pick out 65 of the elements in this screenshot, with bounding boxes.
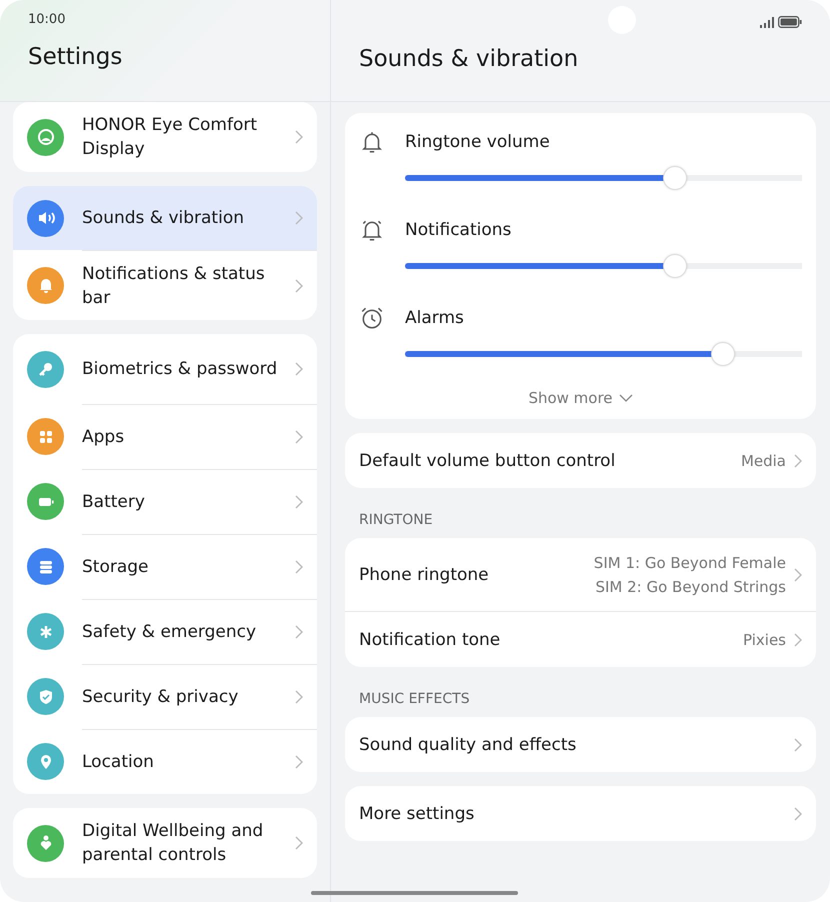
item-label: Storage [82, 556, 150, 579]
chevron-icon [295, 836, 303, 850]
row-value: Pixies [743, 630, 786, 650]
item-label: HONOR Eye Comfort Display [82, 114, 258, 161]
volume-label: Notifications [405, 220, 512, 240]
settings-item[interactable]: Notifications & status bar [13, 250, 317, 320]
battery-status-icon [778, 16, 802, 28]
row-label: Notification tone [359, 630, 502, 650]
volume-label: Ringtone volume [405, 132, 550, 152]
chevron-icon [295, 560, 303, 574]
signal-icon [760, 16, 774, 28]
settings-item[interactable]: Apps [13, 404, 317, 469]
settings-item[interactable]: Storage [13, 534, 317, 599]
settings-row[interactable]: More settings [345, 786, 816, 841]
settings-item[interactable]: Biometrics & password [13, 334, 317, 404]
chevron-icon [295, 211, 303, 225]
chevron-icon [295, 755, 303, 769]
item-label: Digital Wellbeing and parental controls [82, 820, 264, 867]
chevron-icon [295, 495, 303, 509]
chevron-icon [794, 454, 802, 468]
row-label: Default volume button control [359, 450, 616, 470]
settings-item[interactable]: Location [13, 729, 317, 794]
settings-row[interactable]: Notification tone Pixies [345, 611, 816, 667]
item-label: Sounds & vibration [82, 207, 245, 230]
row-label: Sound quality and effects [359, 734, 578, 754]
page-title: Settings [28, 44, 124, 70]
chevron-icon [794, 806, 802, 820]
show-more-button[interactable]: Show more [524, 385, 637, 411]
volume-label: Alarms [405, 308, 464, 328]
settings-item[interactable]: Battery [13, 469, 317, 534]
chevron-down-icon [618, 394, 633, 402]
row-value: SIM 2: Go Beyond Strings [595, 576, 786, 598]
settings-row[interactable]: Phone ringtone SIM 1: Go Beyond Female SIM 2: Go Beyond Strings [345, 538, 816, 611]
row-label: More settings [359, 804, 476, 824]
section-header: MUSIC EFFECTS [358, 690, 471, 709]
chevron-icon [295, 430, 303, 444]
settings-item[interactable]: Security & privacy [13, 664, 317, 729]
chevron-icon [794, 738, 802, 752]
section-header: RINGTONE [358, 511, 434, 530]
item-label: Location [82, 751, 155, 774]
chevron-icon [295, 690, 303, 704]
item-label: Biometrics & password [82, 358, 278, 381]
row-label: Phone ringtone [359, 564, 490, 584]
settings-item[interactable]: Sounds & vibration [13, 186, 317, 250]
chevron-icon [295, 362, 303, 376]
settings-item[interactable]: HONOR Eye Comfort Display [13, 102, 317, 172]
detail-title: Sounds & vibration [359, 46, 580, 72]
item-label: Safety & emergency [82, 621, 258, 644]
settings-item[interactable]: Safety & emergency [13, 599, 317, 664]
chevron-icon [295, 625, 303, 639]
chevron-icon [794, 568, 802, 582]
chevron-icon [295, 130, 303, 144]
chevron-icon [794, 632, 802, 646]
row-value: Media [740, 450, 786, 472]
alarm-clock-icon [359, 305, 385, 331]
item-label: Notifications & status bar [82, 262, 266, 310]
status-time: 10:00 [28, 12, 66, 29]
settings-row[interactable]: Default volume button control Media [345, 433, 816, 488]
item-label: Apps [82, 426, 126, 449]
item-label: Security & privacy [82, 686, 240, 709]
item-label: Battery [82, 491, 146, 514]
row-value: SIM 1: Go Beyond Female [594, 552, 786, 574]
settings-row[interactable]: Sound quality and effects [345, 717, 816, 772]
settings-item[interactable]: Digital Wellbeing and parental controls [13, 808, 317, 878]
chevron-icon [295, 278, 303, 292]
